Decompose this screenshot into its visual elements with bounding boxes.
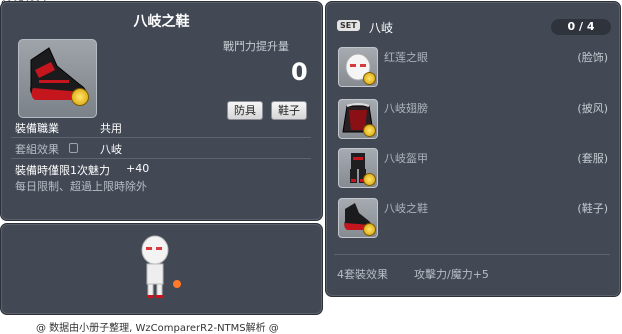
footer-credit: @ 数据由小册子整理, WzComparerR2-NTMS解析 @: [36, 323, 279, 334]
set-count: 0 / 4: [551, 19, 611, 35]
divider: [334, 254, 610, 255]
item-info-panel: 八岐之鞋 戰鬥力提升量 0 防具 鞋子 裝備職業 共用 套組效果 八岐 裝備時僅…: [0, 1, 323, 221]
shoes-icon: [338, 198, 378, 238]
lock-icon: [69, 143, 78, 153]
set-item-slot: (套服): [577, 152, 608, 165]
set-item-name: 八岐盔甲: [384, 152, 428, 165]
set-item-slot: (披风): [577, 102, 608, 115]
set-effect-value: 八岐: [100, 143, 122, 156]
set-badge: SET: [337, 20, 360, 31]
set-item-slot: (脸饰): [577, 51, 608, 64]
set-item-name: 八岐翅膀: [384, 102, 428, 115]
set-effect-label: 套組效果: [15, 143, 59, 156]
set-title: 八岐: [369, 21, 394, 35]
set-item-slot: (鞋子): [577, 202, 608, 215]
cape-icon: [338, 99, 378, 139]
overall-armor-icon: [338, 148, 378, 188]
set-item-name: 八岐之鞋: [384, 202, 428, 215]
job-value: 共用: [100, 122, 122, 135]
coin-icon: [71, 88, 89, 106]
equip-limit-value: +40: [126, 162, 150, 175]
item-title: 八岐之鞋: [133, 14, 190, 30]
avatar-preview: [141, 235, 181, 298]
job-label: 裝備職業: [15, 122, 59, 135]
equip-limit-label: 裝備時僅限1次魅力: [15, 164, 110, 177]
set-bonus-count: 4套裝效果: [337, 268, 388, 281]
power-value: 0: [291, 58, 308, 86]
item-icon-frame: [18, 39, 97, 118]
shoes-icon: [30, 47, 87, 100]
divider: [11, 137, 311, 138]
tag-shoes: 鞋子: [271, 101, 307, 120]
daily-limit-note: 每日限制、超過上限時除外: [15, 180, 147, 193]
set-bonus-effect: 攻擊力/魔力+5: [414, 268, 489, 281]
divider: [11, 158, 311, 159]
power-label: 戰鬥力提升量: [223, 40, 289, 53]
set-item-name: 红莲之眼: [384, 51, 428, 64]
avatar-preview-panel: [0, 223, 323, 315]
face-accessory-icon: [338, 47, 378, 87]
tag-armor: 防具: [227, 101, 263, 120]
